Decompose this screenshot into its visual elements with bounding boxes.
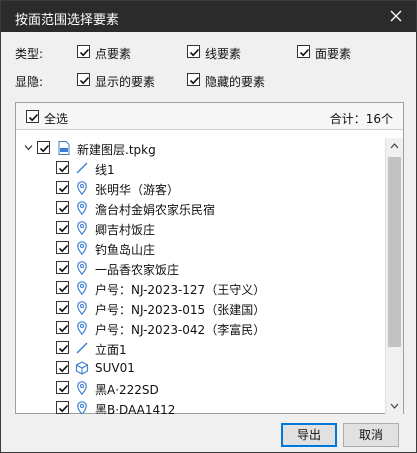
location-pin-icon [74, 240, 90, 256]
tree-root-checkbox[interactable] [37, 141, 50, 154]
type-polygon-label: 面要素 [315, 47, 352, 61]
close-icon[interactable] [386, 6, 406, 26]
location-pin-icon [74, 400, 90, 414]
total-count: 合计：16个 [329, 112, 393, 126]
tree-item-label: 黑B·DAA1412 [95, 403, 176, 414]
location-pin-icon [74, 220, 90, 236]
tree-item[interactable]: 黑B·DAA1412 [16, 398, 382, 414]
tree-item[interactable]: 户号：NJ-2023-127（王守义） [16, 278, 382, 298]
dialog-window: 按面范围选择要素 类型: 点要素 线要素 面要素 显隐: 显示的要素 隐藏的要素 [0, 0, 417, 453]
cancel-button[interactable]: 取消 [343, 423, 399, 447]
scroll-down-icon[interactable] [386, 397, 403, 414]
tree-item-label: 立面1 [95, 343, 127, 357]
location-pin-icon [74, 180, 90, 196]
tree-item-label: 张明华（游客） [95, 183, 180, 197]
tree-item[interactable]: 线1 [16, 158, 382, 178]
tree-item-label: 澹台村金娟农家乐民宿 [95, 203, 216, 217]
tree-item-checkbox[interactable] [56, 301, 69, 314]
tree-item-checkbox[interactable] [56, 261, 69, 274]
location-pin-icon [74, 320, 90, 336]
scroll-up-icon[interactable] [386, 138, 403, 155]
location-pin-icon [74, 260, 90, 276]
checkbox-box[interactable] [77, 73, 90, 86]
tree-item-label: 卿吉村饭庄 [95, 223, 156, 237]
hidden-features-label: 隐藏的要素 [205, 75, 266, 89]
checkbox-box[interactable] [77, 45, 90, 58]
scrollbar-thumb[interactable] [388, 157, 401, 347]
select-all-label: 全选 [44, 112, 69, 126]
tree-item-checkbox[interactable] [56, 241, 69, 254]
tree-item-checkbox[interactable] [56, 361, 69, 374]
tree-item-label: 户号：NJ-2023-015（张建国） [95, 303, 266, 317]
tree-item-label: 线1 [95, 163, 115, 177]
feature-list-panel: 全选 合计：16个 新建图层.tpkg 线1 张明华（游客） 澹台村金娟农家乐民宿卿… [15, 102, 404, 414]
export-button[interactable]: 导出 [281, 423, 337, 447]
tree-item-label: 一品香农家饭庄 [95, 263, 180, 277]
type-line-label: 线要素 [205, 47, 242, 61]
tree-item[interactable]: SUV01 [16, 358, 382, 378]
checkbox-box[interactable] [187, 73, 200, 86]
tree-item-label: 黑A·222SD [95, 383, 159, 397]
location-pin-icon [74, 280, 90, 296]
cube-icon [74, 360, 90, 376]
tree-item-checkbox[interactable] [56, 341, 69, 354]
tree-item-checkbox[interactable] [56, 221, 69, 234]
tree-item[interactable]: 户号：NJ-2023-015（张建国） [16, 298, 382, 318]
location-pin-icon [74, 380, 90, 396]
title-bar: 按面范围选择要素 [1, 1, 416, 32]
tree-item[interactable]: 钓鱼岛山庄 [16, 238, 382, 258]
location-pin-icon [74, 200, 90, 216]
tree-item-label: 钓鱼岛山庄 [95, 243, 156, 257]
layer-package-icon [56, 140, 72, 156]
tree-item-label: 户号：NJ-2023-127（王守义） [95, 283, 266, 297]
chevron-down-icon[interactable] [23, 142, 34, 153]
tree-item[interactable]: 澹台村金娟农家乐民宿 [16, 198, 382, 218]
tree-item[interactable]: 卿吉村饭庄 [16, 218, 382, 238]
type-filter-row: 类型: 点要素 线要素 面要素 [15, 42, 405, 62]
tree-item-checkbox[interactable] [56, 281, 69, 294]
line-icon [74, 160, 90, 176]
tree-item-checkbox[interactable] [56, 161, 69, 174]
tree-item-checkbox[interactable] [56, 181, 69, 194]
panel-header: 全选 合计：16个 [16, 103, 403, 130]
tree-item-label: SUV01 [95, 361, 135, 375]
tree-item[interactable]: 张明华（游客） [16, 178, 382, 198]
visibility-filter-row: 显隐: 显示的要素 隐藏的要素 [15, 70, 405, 90]
dialog-title: 按面范围选择要素 [15, 13, 120, 28]
tree-item-label: 户号：NJ-2023-042（李富民） [95, 323, 266, 337]
type-point-label: 点要素 [95, 47, 132, 61]
tree-item-checkbox[interactable] [56, 321, 69, 334]
tree-item-checkbox[interactable] [56, 381, 69, 394]
tree-item-checkbox[interactable] [56, 201, 69, 214]
tree-item[interactable]: 立面1 [16, 338, 382, 358]
location-pin-icon [74, 300, 90, 316]
vertical-scrollbar[interactable] [385, 138, 403, 414]
tree-root-node[interactable]: 新建图层.tpkg [16, 138, 382, 158]
checkbox-box[interactable] [187, 45, 200, 58]
tree-item[interactable]: 一品香农家饭庄 [16, 258, 382, 278]
type-label: 类型: [15, 47, 44, 61]
visible-features-label: 显示的要素 [95, 75, 156, 89]
line-icon [74, 340, 90, 356]
tree-root-label: 新建图层.tpkg [77, 143, 156, 157]
visibility-label: 显隐: [15, 75, 44, 89]
tree-item-checkbox[interactable] [56, 401, 69, 414]
tree-item[interactable]: 黑A·222SD [16, 378, 382, 398]
checkbox-box[interactable] [26, 110, 39, 123]
tree-item[interactable]: 户号：NJ-2023-042（李富民） [16, 318, 382, 338]
feature-tree: 新建图层.tpkg 线1 张明华（游客） 澹台村金娟农家乐民宿 卿吉村饭庄钓鱼岛山庄一… [16, 138, 382, 414]
checkbox-box[interactable] [297, 45, 310, 58]
